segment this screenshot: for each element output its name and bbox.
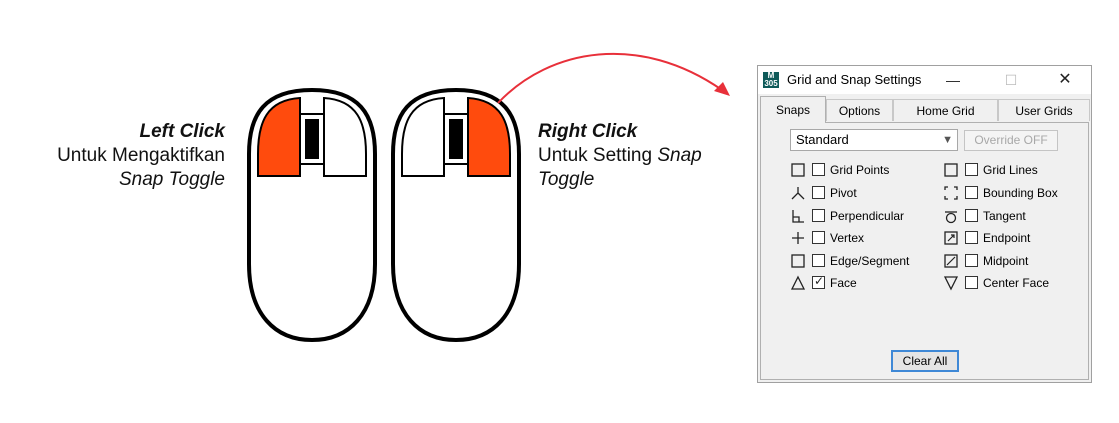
- left-click-line2: Snap Toggle: [118, 169, 225, 190]
- pivot-checkbox[interactable]: [812, 186, 825, 199]
- right-click-line1-italic: Snap: [657, 145, 702, 166]
- endpoint-checkbox[interactable]: [965, 231, 978, 244]
- title-bar[interactable]: M 305 Grid and Snap Settings — ☐ ✕: [758, 66, 1091, 94]
- vertex-checkbox[interactable]: [812, 231, 825, 244]
- endpoint-label: Endpoint: [983, 231, 1031, 245]
- bounding-box-icon: [944, 186, 958, 200]
- center-face-label: Center Face: [983, 276, 1050, 290]
- pivot-icon: [791, 187, 805, 200]
- bounding-box-label: Bounding Box: [983, 186, 1058, 200]
- tangent-icon: [945, 211, 957, 224]
- grid-points-icon: [791, 163, 805, 177]
- right-click-line1: Untuk Setting Snap: [538, 144, 748, 168]
- center-face-icon: [943, 276, 959, 291]
- tangent-checkbox[interactable]: [965, 209, 978, 222]
- center-face-checkbox[interactable]: [965, 276, 978, 289]
- tangent-label: Tangent: [983, 209, 1026, 223]
- perpendicular-checkbox[interactable]: [812, 209, 825, 222]
- grid-lines-checkbox[interactable]: [965, 163, 978, 176]
- tab-snaps[interactable]: Snaps: [760, 96, 826, 123]
- bounding-box-checkbox[interactable]: [965, 186, 978, 199]
- right-click-title: Right Click: [538, 121, 638, 142]
- edge-segment-icon: [791, 254, 805, 268]
- left-click-title: Left Click: [139, 121, 225, 142]
- chevron-down-icon: ▼: [942, 134, 953, 146]
- face-checkbox[interactable]: ✓: [812, 274, 825, 289]
- maximize-button[interactable]: ☐: [994, 69, 1028, 91]
- vertex-icon: [792, 232, 804, 244]
- clear-all-button[interactable]: Clear All: [891, 350, 959, 372]
- snap-preset-select[interactable]: Standard ▼: [790, 129, 958, 151]
- tab-home-grid[interactable]: Home Grid: [893, 99, 998, 121]
- tab-options[interactable]: Options: [826, 99, 893, 121]
- app-icon: M 305: [763, 71, 779, 88]
- right-click-mouse-icon: [391, 87, 521, 343]
- snaps-tab-pane: [760, 122, 1089, 380]
- perpendicular-label: Perpendicular: [830, 209, 905, 223]
- endpoint-icon: [944, 231, 958, 245]
- face-label: Face: [830, 276, 857, 290]
- midpoint-label: Midpoint: [983, 254, 1029, 268]
- close-button[interactable]: ✕: [1048, 69, 1082, 91]
- minimize-button[interactable]: —: [936, 69, 970, 91]
- left-click-mouse-icon: [247, 87, 377, 343]
- midpoint-checkbox[interactable]: [965, 254, 978, 267]
- grid-lines-label: Grid Lines: [983, 163, 1038, 177]
- dialog-title: Grid and Snap Settings: [787, 72, 922, 87]
- midpoint-icon: [944, 254, 958, 268]
- pointer-arrow-icon: [497, 52, 730, 104]
- right-click-line1-text: Untuk Setting: [538, 145, 658, 166]
- grid-points-checkbox[interactable]: [812, 163, 825, 176]
- override-button[interactable]: Override OFF: [964, 130, 1058, 151]
- grid-points-label: Grid Points: [830, 163, 890, 177]
- grid-snap-settings-dialog: M 305 Grid and Snap Settings — ☐ ✕ Snaps…: [757, 65, 1092, 383]
- right-click-caption: Right Click Untuk Setting Snap Toggle: [538, 120, 748, 192]
- edge-segment-checkbox[interactable]: [812, 254, 825, 267]
- right-click-line2: Toggle: [538, 169, 595, 190]
- perpendicular-icon: [792, 210, 804, 223]
- edge-segment-label: Edge/Segment: [830, 254, 910, 268]
- pivot-label: Pivot: [830, 186, 857, 200]
- grid-lines-icon: [944, 163, 958, 177]
- checkmark-icon: ✓: [814, 274, 825, 288]
- tab-user-grids[interactable]: User Grids: [998, 99, 1090, 121]
- vertex-label: Vertex: [830, 231, 865, 245]
- snap-preset-value: Standard: [796, 132, 849, 147]
- face-icon: [790, 275, 806, 290]
- left-click-line1: Untuk Mengaktifkan: [57, 145, 225, 166]
- left-click-caption: Left Click Untuk Mengaktifkan Snap Toggl…: [20, 120, 225, 192]
